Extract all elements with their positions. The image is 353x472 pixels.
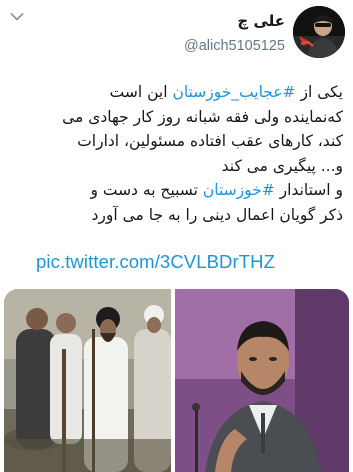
tweet-card[interactable]: علی چ @alich5105125 یکی از #عجایب_خوزستا… — [0, 0, 353, 472]
hashtag-link[interactable]: #عجایب_خوزستان — [172, 83, 295, 101]
author-handle[interactable]: @alich5105125 — [184, 38, 285, 54]
tweet-line: کند، کارهای عقب افتاده مسئولین، ادارات — [77, 132, 343, 150]
tweet-text: یکی از #عجایب_خوزستان این است که‌نماینده… — [18, 80, 343, 227]
photo-field-workers[interactable] — [4, 289, 171, 472]
media-gallery[interactable] — [4, 289, 349, 472]
chevron-down-icon[interactable] — [10, 12, 24, 22]
hashtag-link[interactable]: #خوزستان — [203, 181, 275, 199]
photo-official-portrait[interactable] — [175, 289, 349, 472]
tweet-line: و... پیگیری می کند — [221, 156, 343, 175]
tweet-line: ذکر گویان اعمال دینی را به جا می آورد — [91, 205, 344, 224]
media-link[interactable]: pic.twitter.com/3CVLBDrTHZ — [36, 251, 275, 273]
avatar[interactable] — [293, 6, 345, 58]
tweet-line: و استاندار #خوزستان تسبیح به دست و — [90, 181, 343, 199]
tweet-line: که‌نماینده ولی فقه شبانه روز کار جهادی م… — [62, 107, 343, 126]
tweet-line: یکی از #عجایب_خوزستان این است — [109, 83, 343, 101]
author-name[interactable]: علی چ — [237, 12, 285, 30]
